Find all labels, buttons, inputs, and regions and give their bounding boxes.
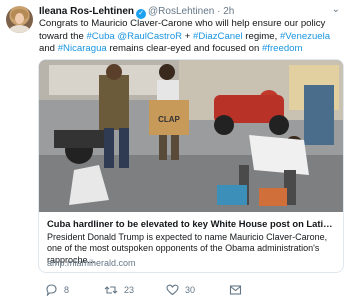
author-handle[interactable]: @RosLehtinen bbox=[148, 6, 214, 17]
author-name[interactable]: Ileana Ros-Lehtinen bbox=[39, 6, 134, 17]
card-title[interactable]: Cuba hardliner to be elevated to key Whi… bbox=[47, 218, 337, 229]
envelope-icon bbox=[229, 285, 242, 295]
chevron-down-icon[interactable]: ⌄ bbox=[332, 4, 340, 15]
heart-icon bbox=[166, 284, 179, 296]
like-count: 30 bbox=[185, 285, 196, 295]
hashtag-diazcanel[interactable]: #DiazCanel bbox=[193, 31, 243, 42]
retweet-count: 23 bbox=[124, 285, 135, 295]
hashtag-freedom[interactable]: #freedom bbox=[262, 43, 303, 54]
street-scene-image: CLAP bbox=[39, 60, 343, 212]
text-segment: and bbox=[39, 43, 58, 55]
card-body[interactable]: Cuba hardliner to be elevated to key Whi… bbox=[39, 212, 343, 272]
reply-button[interactable]: 8 bbox=[45, 284, 69, 296]
avatar-face bbox=[15, 13, 24, 24]
reply-count: 8 bbox=[64, 285, 70, 295]
direct-message-button[interactable] bbox=[229, 284, 242, 296]
hashtag-venezuela[interactable]: #Venezuela bbox=[280, 31, 330, 42]
avatar[interactable] bbox=[6, 6, 33, 33]
tweet: Ileana Ros-Lehtinen ✓ @RosLehtinen · 2h ⌄ … bbox=[0, 0, 350, 303]
tweet-time[interactable]: 2h bbox=[223, 6, 234, 17]
like-button[interactable]: 30 bbox=[166, 284, 195, 296]
box-label: CLAP bbox=[158, 115, 180, 124]
card-photo[interactable]: CLAP bbox=[39, 60, 343, 212]
mention-raulcastror[interactable]: @RaulCastroR bbox=[117, 31, 182, 42]
avatar-shirt bbox=[9, 25, 30, 33]
link-card[interactable]: CLAP Cuba hardliner to be elevated to ke… bbox=[38, 59, 344, 273]
tweet-actions: 8 23 30 bbox=[39, 284, 339, 298]
text-segment: + bbox=[182, 30, 194, 42]
retweet-icon bbox=[104, 286, 118, 294]
text-segment: regime, bbox=[242, 30, 280, 42]
text-segment: remains clear-eyed and focused on bbox=[106, 43, 262, 55]
separator-dot: · bbox=[217, 6, 221, 17]
tweet-text: Congrats to Mauricio Claver-Carone who w… bbox=[39, 18, 339, 56]
retweet-button[interactable]: 23 bbox=[104, 284, 134, 296]
reply-icon bbox=[46, 284, 57, 296]
hashtag-nicaragua[interactable]: #Nicaragua bbox=[58, 43, 107, 54]
hashtag-cuba[interactable]: #Cuba bbox=[86, 31, 114, 42]
tweet-header: Ileana Ros-Lehtinen ✓ @RosLehtinen · 2h bbox=[39, 5, 234, 19]
card-domain: amp.miamiherald.com bbox=[47, 258, 136, 268]
